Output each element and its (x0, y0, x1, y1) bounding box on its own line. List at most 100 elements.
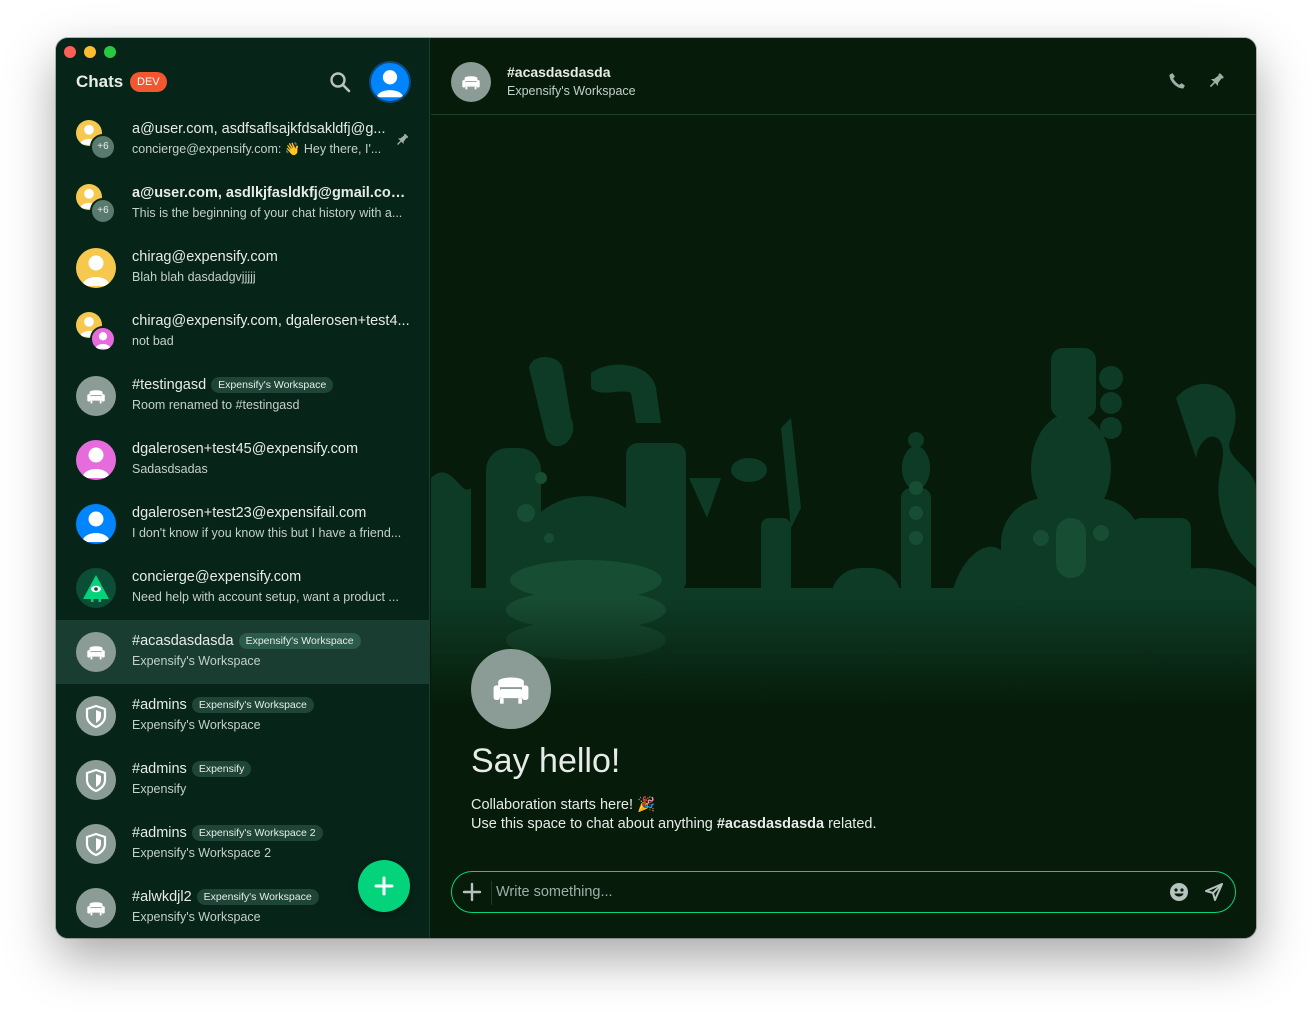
chat-list-item[interactable]: #testingasd Expensify's Workspace Room ren… (56, 364, 429, 428)
concierge-avatar (76, 568, 116, 608)
chat-avatar (76, 824, 116, 864)
chat-avatar: +6 (76, 184, 116, 224)
window-controls (64, 46, 116, 58)
chat-title: dgalerosen+test23@expensifail.com (132, 505, 367, 521)
workspace-badge: Expensify (191, 761, 252, 777)
pin-button[interactable] (1206, 71, 1226, 91)
chat-title: dgalerosen+test45@expensify.com (132, 441, 359, 457)
phone-icon (1169, 73, 1185, 89)
chat-text: chirag@expensify.com, dgalerosen+test4..… (132, 311, 414, 348)
chat-list-item[interactable]: #admins Expensify's Workspace Expensify's … (56, 684, 429, 748)
send-button[interactable] (1204, 882, 1224, 902)
chat-title-line: dgalerosen+test23@expensifail.com (132, 503, 414, 523)
close-window-button[interactable] (64, 46, 76, 58)
room-icon (76, 632, 116, 672)
chat-text: #admins Expensify's Workspace Expensify's … (132, 695, 414, 732)
room-icon (462, 76, 480, 90)
chat-title-line: dgalerosen+test45@expensify.com (132, 439, 414, 459)
chat-text: dgalerosen+test23@expensifail.com I don't… (132, 503, 414, 540)
chat-avatar: +6 (76, 120, 116, 160)
composer-divider (491, 881, 492, 905)
chat-title: concierge@expensify.com (132, 569, 302, 585)
chat-list-item[interactable]: +6 a@user.com, asdlkjfasldkfj@gmail.com,.… (56, 172, 429, 236)
zoom-window-button[interactable] (104, 46, 116, 58)
illustration-fade (431, 598, 1256, 738)
room-icon (76, 376, 116, 416)
chat-avatar (76, 696, 116, 736)
chat-avatar (76, 504, 116, 544)
search-icon (330, 72, 351, 93)
chat-title: #alwkdjl2 (132, 889, 192, 905)
call-button[interactable] (1167, 71, 1187, 91)
pinned-indicator (394, 132, 410, 148)
search-button[interactable] (328, 70, 352, 94)
chat-list-item[interactable]: concierge@expensify.com Need help with ac… (56, 556, 429, 620)
user-icon (76, 248, 116, 288)
chat-list-item[interactable]: #admins Expensify Expensify (56, 748, 429, 812)
emoji-button[interactable] (1169, 882, 1189, 902)
chat-preview: Expensify's Workspace 2 (132, 846, 272, 860)
shield-icon (76, 824, 116, 864)
welcome-room-name: #acasdasdasda (716, 816, 825, 832)
chat-pane: #acasdasdasda Expensify's Workspace Say … (431, 38, 1256, 938)
profile-avatar-button[interactable] (369, 61, 411, 103)
composer (451, 871, 1236, 913)
welcome-title: Say hello! (471, 742, 621, 780)
chat-text: #admins Expensify's Workspace 2 Expensify'… (132, 823, 414, 860)
workspace-badge: Expensify's Workspace (238, 633, 361, 649)
chat-title-line: #admins Expensify (132, 759, 414, 779)
welcome-line-2-suffix: related. (824, 816, 877, 832)
shield-icon (76, 696, 116, 736)
app-window: Chats DEV +6 a@user.com, asdfsaflsajkfdsa… (56, 38, 1256, 938)
chat-list-item[interactable]: #acasdasdasda Expensify's Workspace Expens… (56, 620, 429, 684)
new-chat-button[interactable] (358, 860, 410, 912)
chat-title: a@user.com, asdlkjfasldkfj@gmail.com,... (132, 185, 414, 201)
chat-list-item[interactable]: chirag@expensify.com, dgalerosen+test4..… (56, 300, 429, 364)
message-input[interactable] (496, 878, 1156, 906)
workspace-badge: Expensify's Workspace 2 (191, 825, 323, 841)
room-avatar[interactable] (451, 62, 491, 102)
chat-title: chirag@expensify.com (132, 249, 278, 265)
chat-text: dgalerosen+test45@expensify.com Sadasdsad… (132, 439, 414, 476)
send-icon (1205, 883, 1223, 901)
room-workspace: Expensify's Workspace (507, 84, 636, 98)
chat-preview: Expensify's Workspace (132, 910, 261, 924)
chat-preview: Room renamed to #testingasd (132, 398, 300, 412)
chat-title-line: #acasdasdasda Expensify's Workspace (132, 631, 414, 651)
chat-title-line: chirag@expensify.com, dgalerosen+test4..… (132, 311, 414, 331)
chat-preview: Expensify (132, 782, 187, 796)
chat-title: #admins (132, 697, 187, 713)
plus-icon (374, 876, 394, 896)
chat-list-item[interactable]: chirag@expensify.com Blah blah dasdadgvjj… (56, 236, 429, 300)
chat-text: chirag@expensify.com Blah blah dasdadgvjj… (132, 247, 414, 284)
room-avatar (76, 376, 116, 416)
chat-title: #admins (132, 825, 187, 841)
room-title[interactable]: #acasdasdasda (507, 64, 611, 80)
chat-title-line: chirag@expensify.com (132, 247, 414, 267)
chat-title: a@user.com, asdfsaflsajkfdsakldfj@g... (132, 121, 386, 137)
chat-avatar (76, 376, 116, 416)
chat-title-line: #testingasd Expensify's Workspace (132, 375, 414, 395)
chat-list-item[interactable]: +6 a@user.com, asdfsaflsajkfdsakldfj@g...… (56, 108, 429, 172)
chat-text: concierge@expensify.com Need help with ac… (132, 567, 414, 604)
minimize-window-button[interactable] (84, 46, 96, 58)
admins-avatar (76, 696, 116, 736)
chat-title: #admins (132, 761, 187, 777)
chat-preview: Expensify's Workspace (132, 654, 261, 668)
chat-list-item[interactable]: dgalerosen+test23@expensifail.com I don't… (56, 492, 429, 556)
attach-button[interactable] (462, 882, 482, 902)
chat-title: chirag@expensify.com, dgalerosen+test4..… (132, 313, 410, 329)
chat-list-item[interactable]: dgalerosen+test45@expensify.com Sadasdsad… (56, 428, 429, 492)
member-count-badge: +6 (90, 198, 116, 224)
chat-title: #testingasd (132, 377, 207, 393)
chat-avatar (76, 568, 116, 608)
welcome-room-avatar (471, 649, 551, 729)
admins-avatar (76, 760, 116, 800)
env-badge: DEV (130, 72, 167, 92)
chat-text: a@user.com, asdfsaflsajkfdsakldfj@g... co… (132, 119, 414, 157)
chat-preview: concierge@expensify.com: 👋 Hey there, I'… (132, 142, 382, 156)
pin-icon (397, 133, 409, 145)
chat-title-line: a@user.com, asdlkjfasldkfj@gmail.com,... (132, 183, 414, 203)
welcome-line-1: Collaboration starts here! 🎉 (471, 797, 656, 813)
shield-icon (76, 760, 116, 800)
